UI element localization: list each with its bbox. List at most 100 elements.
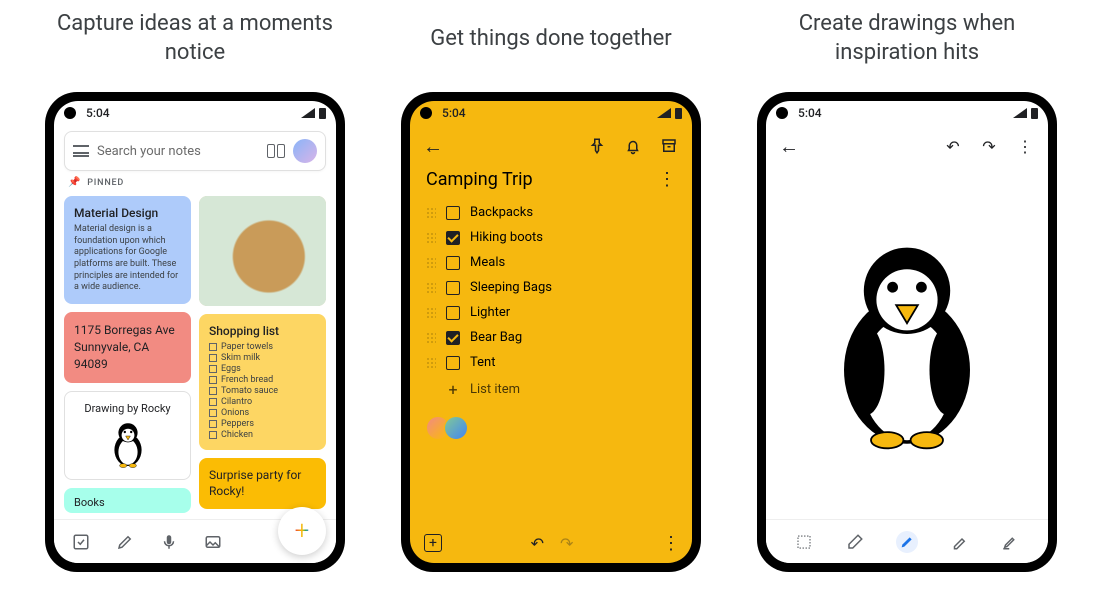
drag-handle-icon[interactable] [426, 332, 436, 344]
bottom-toolbar: + [54, 519, 336, 563]
penguin-drawing [817, 233, 997, 453]
note-image-dog[interactable] [199, 196, 326, 306]
checklist-items: Backpacks Hiking boots Meals Sleeping Ba… [410, 200, 692, 404]
pin-icon: 📌 [68, 177, 81, 188]
drag-handle-icon[interactable] [426, 282, 436, 294]
note-surprise-party[interactable]: Surprise party for Rocky! [199, 458, 326, 509]
status-bar: 5:04 [410, 101, 692, 125]
new-drawing-icon[interactable] [116, 533, 134, 551]
note-books[interactable]: Books [64, 488, 191, 513]
drawing-top-bar: ← ↶ ↷ ⋮ [766, 125, 1048, 167]
battery-icon [675, 108, 682, 119]
select-tool-icon[interactable] [793, 531, 815, 553]
headline-1: Capture ideas at a moments notice [45, 10, 345, 68]
notes-grid: Material Design Material design is a fou… [54, 188, 336, 519]
hamburger-menu-icon[interactable] [73, 145, 89, 157]
drag-handle-icon[interactable] [426, 357, 436, 369]
new-image-icon[interactable] [204, 533, 222, 551]
more-options-icon[interactable]: ⋮ [662, 533, 678, 554]
checkbox[interactable] [446, 306, 460, 320]
checkbox[interactable] [446, 331, 460, 345]
new-note-fab[interactable]: + [278, 507, 326, 555]
list-item[interactable]: Sleeping Bags [426, 275, 676, 300]
search-input[interactable]: Search your notes [97, 144, 259, 159]
archive-icon[interactable] [660, 137, 678, 155]
front-camera [776, 107, 788, 119]
note-drawing[interactable]: Drawing by Rocky [64, 391, 191, 480]
list-item[interactable]: Tent [426, 350, 676, 375]
pin-icon[interactable] [588, 137, 606, 155]
screen-3: 5:04 ← ↶ ↷ ⋮ [766, 101, 1048, 563]
undo-icon[interactable]: ↶ [523, 534, 552, 553]
highlighter-tool-icon[interactable] [999, 531, 1021, 553]
undo-icon[interactable]: ↶ [944, 137, 962, 155]
new-audio-icon[interactable] [160, 533, 178, 551]
note-title[interactable]: Camping Trip [426, 169, 533, 190]
reminder-bell-icon[interactable] [624, 137, 642, 155]
add-list-item[interactable]: +List item [426, 375, 676, 404]
checkbox[interactable] [446, 281, 460, 295]
note-shopping-list[interactable]: Shopping list Paper towels Skim milk Egg… [199, 314, 326, 450]
redo-icon[interactable]: ↷ [552, 534, 581, 553]
plus-icon: + [295, 516, 310, 546]
phone-frame-1: 5:04 Search your notes 📌 PINNED Material… [45, 92, 345, 572]
screen-2: 5:04 ← Camping Trip [410, 101, 692, 563]
more-menu-icon[interactable]: ⋮ [1016, 137, 1034, 155]
note-address[interactable]: 1175 Borregas Ave Sunnyvale, CA 94089 [64, 312, 191, 382]
note-material-design[interactable]: Material Design Material design is a fou… [64, 196, 191, 304]
drag-handle-icon[interactable] [426, 307, 436, 319]
marker-tool-icon[interactable] [948, 531, 970, 553]
note-top-bar: ← [410, 125, 692, 167]
list-item[interactable]: Meals [426, 250, 676, 275]
drawing-toolbar [766, 519, 1048, 563]
signal-icon [301, 108, 315, 118]
drag-handle-icon[interactable] [426, 257, 436, 269]
note-title-row: Camping Trip ⋮ [410, 167, 692, 200]
collaborators-row[interactable] [410, 404, 692, 452]
status-time: 5:04 [798, 106, 822, 120]
battery-icon [319, 108, 326, 119]
headline-2: Get things done together [430, 10, 672, 68]
back-arrow-icon[interactable]: ← [780, 137, 798, 155]
add-content-icon[interactable]: + [424, 534, 442, 552]
checkbox[interactable] [446, 256, 460, 270]
list-item[interactable]: Hiking boots [426, 225, 676, 250]
pinned-label: PINNED [87, 178, 124, 188]
list-item[interactable]: Lighter [426, 300, 676, 325]
view-toggle-icon[interactable] [267, 144, 285, 158]
back-arrow-icon[interactable]: ← [424, 137, 442, 155]
phone-frame-2: 5:04 ← Camping Trip [401, 92, 701, 572]
checkbox[interactable] [446, 231, 460, 245]
drag-handle-icon[interactable] [426, 207, 436, 219]
list-item[interactable]: Backpacks [426, 200, 676, 225]
penguin-thumbnail [108, 419, 148, 469]
status-time: 5:04 [442, 106, 466, 120]
eraser-tool-icon[interactable] [844, 531, 866, 553]
collaborator-avatar[interactable] [444, 416, 468, 440]
more-menu-icon[interactable]: ⋮ [658, 171, 676, 189]
front-camera [64, 107, 76, 119]
redo-icon[interactable]: ↷ [980, 137, 998, 155]
search-bar[interactable]: Search your notes [64, 131, 326, 171]
status-bar: 5:04 [766, 101, 1048, 125]
battery-icon [1031, 108, 1038, 119]
drag-handle-icon[interactable] [426, 232, 436, 244]
drawing-canvas[interactable] [766, 167, 1048, 519]
phone-frame-3: 5:04 ← ↶ ↷ ⋮ [757, 92, 1057, 572]
checkbox[interactable] [446, 356, 460, 370]
status-time: 5:04 [86, 106, 110, 120]
headline-3: Create drawings when inspiration hits [757, 10, 1057, 68]
pen-tool-icon[interactable] [896, 531, 918, 553]
signal-icon [657, 108, 671, 118]
plus-icon: + [446, 380, 460, 399]
checkbox[interactable] [446, 206, 460, 220]
list-item[interactable]: Bear Bag [426, 325, 676, 350]
new-checklist-icon[interactable] [72, 533, 90, 551]
pinned-section-header: 📌 PINNED [54, 177, 336, 188]
panel-capture-ideas: Capture ideas at a moments notice 5:04 S… [45, 10, 345, 590]
front-camera [420, 107, 432, 119]
screen-1: 5:04 Search your notes 📌 PINNED Material… [54, 101, 336, 563]
status-bar: 5:04 [54, 101, 336, 125]
profile-avatar[interactable] [293, 139, 317, 163]
panel-create-drawings: Create drawings when inspiration hits 5:… [757, 10, 1057, 590]
